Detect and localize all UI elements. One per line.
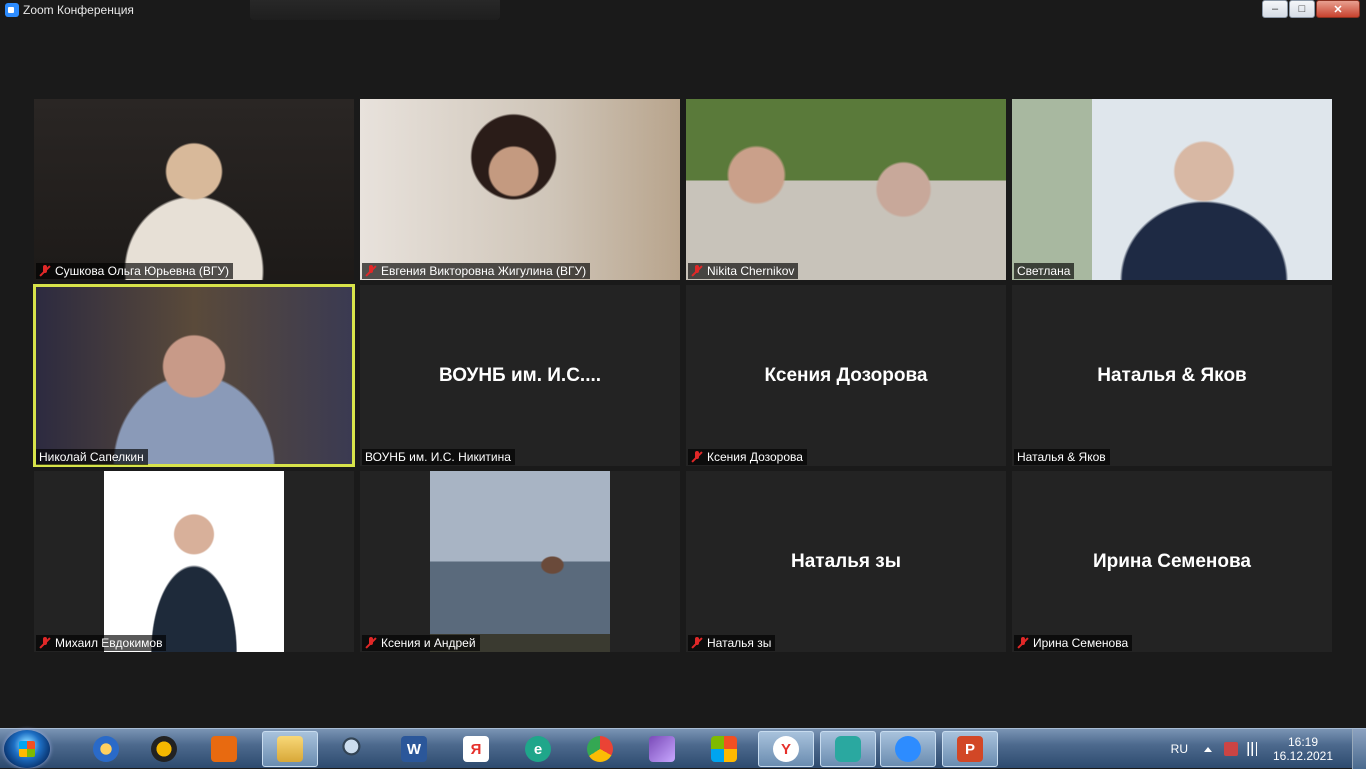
clock[interactable]: 16:19 16.12.2021: [1268, 735, 1338, 763]
participant-name: Евгения Викторовна Жигулина (ВГУ): [381, 264, 587, 278]
clock-date: 16.12.2021: [1272, 749, 1334, 763]
muted-microphone-icon: [691, 637, 703, 649]
start-button[interactable]: [4, 730, 50, 768]
participant-label: Nikita Chernikov: [688, 263, 799, 279]
participant-display-name: Ксения Дозорова: [764, 364, 928, 386]
participant-name: Nikita Chernikov: [707, 264, 795, 278]
participant-label: Светлана: [1014, 263, 1075, 279]
yandex-browser-icon[interactable]: Я: [448, 731, 504, 767]
zoom-icon[interactable]: [880, 731, 936, 767]
participant-name: Наталья зы: [707, 636, 772, 650]
muted-microphone-icon: [691, 265, 703, 277]
participant-name: Ирина Семенова: [1033, 636, 1129, 650]
participant-tile[interactable]: Михаил Евдокимов: [34, 471, 354, 652]
participant-name: Светлана: [1017, 264, 1071, 278]
participant-label: Ксения Дозорова: [688, 449, 807, 465]
file-explorer-icon[interactable]: [262, 731, 318, 767]
participant-tile[interactable]: Ксения и Андрей: [360, 471, 680, 652]
participant-label: ВОУНБ им. И.С. Никитина: [362, 449, 515, 465]
participant-display-name: ВОУНБ им. И.С....: [438, 364, 602, 386]
participant-tile[interactable]: Ксения Дозорова Ксения Дозорова: [686, 285, 1006, 466]
muted-microphone-icon: [365, 637, 377, 649]
daemon-tools-icon[interactable]: [136, 731, 192, 767]
participant-label: Наталья & Яков: [1014, 449, 1110, 465]
aimp-icon[interactable]: [78, 731, 134, 767]
zoom-app-icon: [5, 3, 19, 17]
participant-label: Михаил Евдокимов: [36, 635, 167, 651]
participant-name: Николай Сапелкин: [39, 450, 144, 464]
muted-microphone-icon: [39, 265, 51, 277]
window-title: Zoom Конференция: [23, 3, 134, 17]
participant-tile[interactable]: Евгения Викторовна Жигулина (ВГУ): [360, 99, 680, 280]
muted-microphone-icon: [39, 637, 51, 649]
paint-icon[interactable]: [696, 731, 752, 767]
screenshot-tool-icon[interactable]: [820, 731, 876, 767]
participant-name: Наталья & Яков: [1017, 450, 1106, 464]
language-indicator[interactable]: RU: [1171, 742, 1188, 756]
yandex-icon[interactable]: Y: [758, 731, 814, 767]
participant-display-name: Наталья зы: [791, 550, 901, 572]
window-titlebar: Zoom Конференция – □ ✕: [0, 0, 1366, 20]
participant-tile[interactable]: Светлана: [1012, 99, 1332, 280]
participant-name: Сушкова Ольга Юрьевна (ВГУ): [55, 264, 230, 278]
clock-time: 16:19: [1287, 735, 1319, 749]
participant-tile[interactable]: Ирина Семенова Ирина Семенова: [1012, 471, 1332, 652]
participant-display-name: Наталья & Яков: [1097, 364, 1247, 386]
participant-tile[interactable]: Наталья & Яков Наталья & Яков: [1012, 285, 1332, 466]
participant-display-name: Ирина Семенова: [1092, 550, 1251, 572]
participant-tile[interactable]: Наталья зы Наталья зы: [686, 471, 1006, 652]
media-player-icon[interactable]: [196, 731, 252, 767]
background-window-ghost: [250, 0, 500, 20]
network-signal-icon[interactable]: [1246, 742, 1260, 756]
participant-label: Ирина Семенова: [1014, 635, 1133, 651]
participant-name: Михаил Евдокимов: [55, 636, 163, 650]
window-controls: – □ ✕: [1261, 0, 1360, 18]
participant-name: Ксения Дозорова: [707, 450, 803, 464]
chrome-icon[interactable]: [572, 731, 628, 767]
muted-microphone-icon: [365, 265, 377, 277]
muted-microphone-icon: [691, 451, 703, 463]
search-magnifier-icon[interactable]: [326, 731, 382, 767]
participant-label: Наталья зы: [688, 635, 776, 651]
participant-tile[interactable]: ВОУНБ им. И.С.... ВОУНБ им. И.С. Никитин…: [360, 285, 680, 466]
security-tray-icon[interactable]: [1224, 742, 1238, 756]
show-hidden-icons-icon[interactable]: [1204, 746, 1212, 752]
active-speaker-tile[interactable]: Николай Сапелкин: [33, 284, 355, 467]
minimize-button[interactable]: –: [1262, 0, 1288, 18]
participant-name: ВОУНБ им. И.С. Никитина: [365, 450, 511, 464]
windows-taskbar: W Я e Y P RU 16:19 16.12.2021: [0, 728, 1366, 769]
powerpoint-icon[interactable]: P: [942, 731, 998, 767]
visual-studio-icon[interactable]: [634, 731, 690, 767]
show-desktop-button[interactable]: [1352, 729, 1366, 769]
edge-icon[interactable]: e: [510, 731, 566, 767]
participant-label: Сушкова Ольга Юрьевна (ВГУ): [36, 263, 234, 279]
system-tray: RU 16:19 16.12.2021: [1171, 729, 1366, 769]
word-icon[interactable]: W: [386, 731, 442, 767]
participant-video: [104, 471, 284, 652]
participant-tile[interactable]: Сушкова Ольга Юрьевна (ВГУ): [34, 99, 354, 280]
muted-microphone-icon: [1017, 637, 1029, 649]
participant-label: Ксения и Андрей: [362, 635, 480, 651]
participant-label: Николай Сапелкин: [36, 449, 148, 465]
maximize-button[interactable]: □: [1289, 0, 1315, 18]
participant-tile[interactable]: Nikita Chernikov: [686, 99, 1006, 280]
participant-label: Евгения Викторовна Жигулина (ВГУ): [362, 263, 591, 279]
close-button[interactable]: ✕: [1316, 0, 1360, 18]
participant-video: [430, 471, 610, 652]
participant-name: Ксения и Андрей: [381, 636, 476, 650]
